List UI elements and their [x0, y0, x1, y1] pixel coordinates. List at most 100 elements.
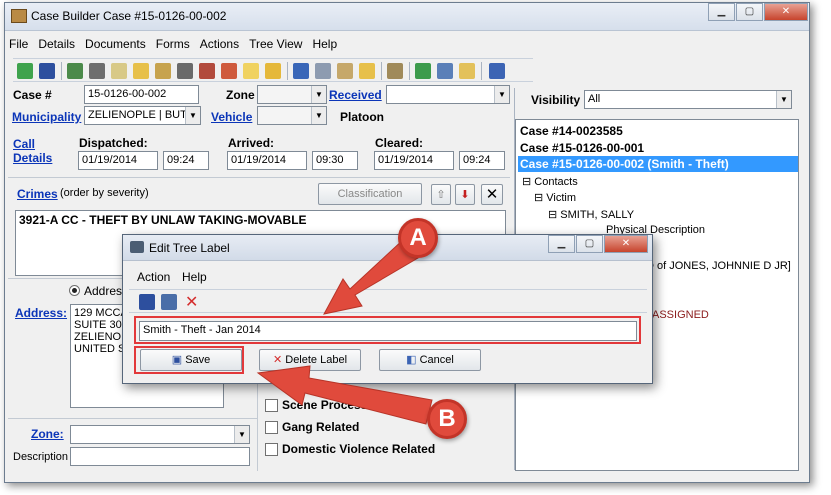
- tree-item[interactable]: ⊟ Contacts: [522, 175, 578, 188]
- close-icon: ✕: [485, 186, 499, 203]
- close-icon: ✕: [272, 354, 283, 366]
- tree-item[interactable]: Case #15-0126-00-001: [520, 141, 644, 155]
- close-icon[interactable]: ✕: [185, 292, 198, 312]
- minimize-button[interactable]: ▁: [708, 3, 735, 21]
- tree-item-label: SMITH, SALLY: [560, 209, 635, 221]
- menu-forms[interactable]: Forms: [156, 35, 190, 53]
- delete-label-text: Delete Label: [285, 354, 348, 366]
- folder-icon[interactable]: [459, 63, 475, 79]
- zone2-link[interactable]: Zone:: [31, 427, 64, 441]
- callout-a: A: [398, 218, 438, 258]
- maximize-button[interactable]: ▢: [736, 3, 763, 21]
- door-icon: ◧: [406, 354, 417, 366]
- save-icon[interactable]: [139, 294, 155, 310]
- vehicle-select[interactable]: ▼: [257, 106, 327, 125]
- menu-documents[interactable]: Documents: [85, 35, 146, 53]
- crime-entry[interactable]: 3921-A CC - THEFT BY UNLAW TAKING-MOVABL…: [19, 213, 307, 227]
- municipality-select[interactable]: ZELIENOPLE | BUT ▼: [84, 106, 201, 125]
- dialog-menu-help[interactable]: Help: [182, 270, 207, 284]
- camera-icon[interactable]: [89, 63, 105, 79]
- note-icon[interactable]: [111, 63, 127, 79]
- classification-button[interactable]: Classification: [318, 183, 422, 205]
- menu-file[interactable]: File: [9, 35, 28, 53]
- menu-help[interactable]: Help: [312, 35, 337, 53]
- scene-processed-checkbox[interactable]: [265, 399, 278, 412]
- bulb-icon[interactable]: [243, 63, 259, 79]
- highlight-label-input: [134, 316, 641, 344]
- expand-icon[interactable]: ⊟: [522, 176, 531, 188]
- pencil-icon[interactable]: [265, 63, 281, 79]
- zone-select[interactable]: ▼: [257, 85, 327, 104]
- close-button[interactable]: ✕: [764, 3, 808, 21]
- delete-label-button[interactable]: ✕ Delete Label: [259, 349, 361, 371]
- tree-item[interactable]: Case #14-0023585: [520, 124, 623, 138]
- menu-actions[interactable]: Actions: [200, 35, 239, 53]
- link-icon[interactable]: [177, 63, 193, 79]
- received-select[interactable]: ▼: [386, 85, 510, 104]
- move-up-button[interactable]: ⇧: [431, 184, 451, 205]
- app-icon: [130, 241, 144, 253]
- cleared-date[interactable]: 01/19/2014: [374, 151, 454, 170]
- cleared-time[interactable]: 09:24: [459, 151, 505, 170]
- visibility-select[interactable]: All ▼: [584, 90, 792, 109]
- description-field[interactable]: [70, 447, 250, 466]
- zone2-select[interactable]: ▼: [70, 425, 250, 444]
- open-icon[interactable]: [67, 63, 83, 79]
- dialog-close-button[interactable]: ✕: [604, 235, 648, 253]
- move-down-button[interactable]: ⬇: [455, 184, 475, 205]
- hand-icon[interactable]: [133, 63, 149, 79]
- municipality-link[interactable]: Municipality: [12, 110, 81, 124]
- tree-item[interactable]: ⊟ Victim: [534, 191, 576, 204]
- dialog-title: Edit Tree Label: [149, 241, 230, 255]
- menu-tree-view[interactable]: Tree View: [249, 35, 302, 53]
- visibility-value: All: [588, 93, 601, 105]
- address-radio[interactable]: [69, 285, 80, 296]
- dialog-minimize-button[interactable]: ▁: [548, 235, 575, 253]
- domestic-violence-checkbox[interactable]: [265, 443, 278, 456]
- scene-processed-label: Scene Processed: [282, 398, 382, 412]
- tree-item[interactable]: D of JONES, JOHNNIE D JR]: [646, 260, 791, 272]
- edit-icon[interactable]: [155, 63, 171, 79]
- callout-b: B: [427, 399, 467, 439]
- app-icon: [11, 9, 27, 23]
- chevron-down-icon: ▼: [776, 91, 791, 108]
- list-icon[interactable]: [293, 63, 309, 79]
- tree-item-selected[interactable]: Case #15-0126-00-002 (Smith - Theft): [518, 156, 798, 172]
- expand-icon[interactable]: ⊟: [548, 209, 557, 221]
- refresh-icon[interactable]: [415, 63, 431, 79]
- delete-label-icon[interactable]: [161, 294, 177, 310]
- case-number-field[interactable]: 15-0126-00-002: [84, 85, 199, 104]
- dispatched-time[interactable]: 09:24: [163, 151, 209, 170]
- dispatched-date[interactable]: 01/19/2014: [78, 151, 158, 170]
- call-details-link[interactable]: Call Details: [13, 137, 57, 165]
- hand2-icon[interactable]: [359, 63, 375, 79]
- car-icon[interactable]: [199, 63, 215, 79]
- address-link[interactable]: Address:: [15, 306, 67, 320]
- menu-details[interactable]: Details: [38, 35, 75, 53]
- chevron-down-icon: ▼: [311, 107, 326, 124]
- expand-icon[interactable]: ⊟: [534, 192, 543, 204]
- remove-crime-button[interactable]: ✕: [481, 184, 503, 205]
- vehicle-link[interactable]: Vehicle: [211, 110, 252, 124]
- dialog-maximize-button[interactable]: ▢: [576, 235, 603, 253]
- save-icon[interactable]: [39, 63, 55, 79]
- vehicle-icon[interactable]: [221, 63, 237, 79]
- zone-label: Zone: [226, 88, 255, 102]
- arrived-date[interactable]: 01/19/2014: [227, 151, 307, 170]
- tree-item[interactable]: ASSIGNED: [652, 309, 709, 321]
- tree-item-label: Contacts: [534, 176, 578, 188]
- dialog-menu-action[interactable]: Action: [137, 270, 170, 284]
- gang-related-checkbox[interactable]: [265, 421, 278, 434]
- tree-item[interactable]: ⊟ SMITH, SALLY: [548, 208, 634, 221]
- door-icon[interactable]: [489, 63, 505, 79]
- clipboard-icon[interactable]: [337, 63, 353, 79]
- cancel-button[interactable]: ◧ Cancel: [379, 349, 481, 371]
- add-icon[interactable]: [17, 63, 33, 79]
- calendar-icon[interactable]: [315, 63, 331, 79]
- crimes-link[interactable]: Crimes: [17, 187, 58, 201]
- arrived-time[interactable]: 09:30: [312, 151, 358, 170]
- received-link[interactable]: Received: [329, 88, 382, 102]
- menu-bar: File Details Documents Forms Actions Tree Vie…: [9, 35, 529, 55]
- copy-icon[interactable]: [387, 63, 403, 79]
- pages-icon[interactable]: [437, 63, 453, 79]
